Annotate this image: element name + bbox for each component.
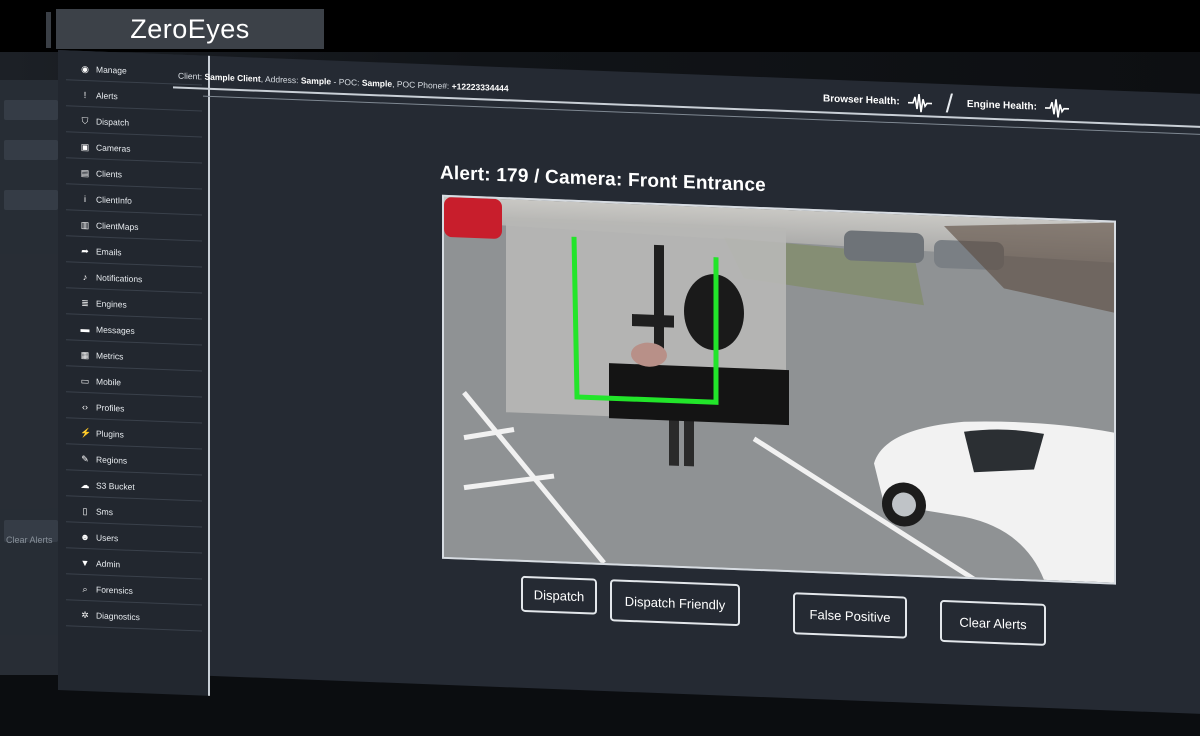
- sidebar-item-label: Engines: [96, 298, 127, 310]
- health-status: Browser Health: / Engine Health:: [823, 83, 1069, 123]
- brand-divider: [46, 12, 51, 48]
- map-icon: ▥: [80, 219, 90, 230]
- alert-icon: !: [83, 89, 87, 101]
- browser-health-label: Browser Health:: [823, 93, 900, 108]
- client-value: Sample Client: [204, 71, 261, 84]
- engine-health-waveform-icon: [1044, 98, 1069, 118]
- red-car: [444, 197, 502, 239]
- sidebar-item-label: Forensics: [96, 584, 133, 596]
- sidebar-item-label: Emails: [96, 246, 122, 258]
- message-icon: ▬: [80, 323, 90, 335]
- sidebar-item-label: Diagnostics: [96, 610, 140, 623]
- sidebar-item-regions[interactable]: ✎ Regions: [66, 447, 202, 476]
- sidebar-item-label: S3 Bucket: [96, 480, 135, 492]
- sidebar-item-label: Clients: [96, 168, 122, 180]
- sidebar-item-label: Cameras: [96, 142, 131, 154]
- mobile-icon: ▭: [80, 375, 90, 386]
- sidebar-item-s3-bucket[interactable]: ☁ S3 Bucket: [66, 473, 202, 502]
- sidebar-item-admin[interactable]: ▼ Admin: [66, 551, 202, 580]
- engine-health-label: Engine Health:: [966, 98, 1037, 113]
- address-value: Sample: [300, 75, 332, 87]
- sidebar-item-plugins[interactable]: ⚡ Plugins: [66, 421, 202, 450]
- poc-phone-value: +12223334444: [451, 81, 509, 94]
- sidebar-item-dispatch[interactable]: ⛉ Dispatch: [66, 109, 202, 138]
- sidebar-item-diagnostics[interactable]: ✲ Diagnostics: [66, 603, 202, 632]
- sidebar-item-label: Profiles: [96, 402, 125, 414]
- sidebar-item-emails[interactable]: ➦ Emails: [66, 239, 202, 268]
- sidebar-item-label: Metrics: [96, 350, 124, 362]
- app-screen: ◉ Manage! Alerts ⛉ Dispatch ▣ Cameras ▤ Clients i…: [58, 50, 1200, 717]
- sidebar-item-metrics[interactable]: ▦ Metrics: [66, 343, 202, 372]
- sidebar-item-label: Manage: [96, 64, 127, 76]
- sidebar-item-mobile[interactable]: ▭ Mobile: [66, 369, 202, 398]
- search-icon: ⌕: [82, 583, 88, 594]
- address-label: Address:: [264, 73, 299, 86]
- sidebar-item-label: ClientMaps: [96, 220, 139, 233]
- sidebar-item-engines[interactable]: ≣ Engines: [66, 291, 202, 320]
- sidebar-item-label: Messages: [96, 324, 135, 336]
- id-card-icon: ▤: [80, 167, 90, 178]
- alert-title: Alert: 179 / Camera: Front Entrance: [440, 162, 766, 197]
- list-icon: ≣: [81, 297, 89, 308]
- camera-frame-image: [444, 196, 1114, 583]
- sidebar-item-label: Alerts: [96, 90, 118, 102]
- dispatch-button[interactable]: Dispatch: [521, 575, 597, 615]
- brand-bar: ZeroEyes: [0, 0, 1200, 52]
- sidebar-item-label: Admin: [96, 558, 121, 570]
- bug-icon: ✲: [81, 609, 89, 620]
- sidebar-item-cameras[interactable]: ▣ Cameras: [66, 135, 202, 164]
- shield-icon: ⛉: [81, 115, 89, 126]
- code-icon: ‹›: [82, 401, 88, 413]
- dispatch-friendly-button[interactable]: Dispatch Friendly: [610, 579, 740, 627]
- eye-icon: ◉: [81, 63, 89, 74]
- sidebar-item-label: Dispatch: [96, 116, 130, 128]
- sidebar-item-clientinfo[interactable]: i ClientInfo: [66, 187, 202, 216]
- sidebar-item-label: Notifications: [96, 272, 143, 285]
- background-monitor-glimpse: Clear Alerts: [0, 80, 62, 675]
- client-label: Client:: [178, 70, 203, 82]
- ghost-row: [4, 190, 58, 210]
- calculator-icon: ▦: [80, 349, 90, 360]
- bookmark-icon: ▼: [80, 557, 90, 569]
- share-icon: ➦: [81, 245, 89, 256]
- sidebar-item-profiles[interactable]: ‹› Profiles: [66, 395, 202, 424]
- camera-feed[interactable]: [442, 194, 1116, 585]
- ghost-clear-alerts-label: Clear Alerts: [6, 535, 53, 545]
- poc-label: POC:: [338, 76, 360, 88]
- false-positive-button[interactable]: False Positive: [793, 592, 907, 639]
- phone-icon: ▯: [82, 505, 88, 516]
- sidebar-item-label: Users: [96, 532, 119, 544]
- brand-logo: ZeroEyes: [56, 9, 324, 49]
- health-separator: /: [945, 88, 953, 119]
- sidebar-item-label: Sms: [96, 506, 113, 518]
- plug-icon: ⚡: [80, 427, 92, 438]
- info-icon: i: [84, 193, 86, 205]
- user-icon: ☻: [80, 531, 90, 543]
- ghost-row: [4, 140, 58, 160]
- sidebar-item-users[interactable]: ☻ Users: [66, 525, 202, 554]
- camera-icon: ▣: [80, 141, 90, 152]
- browser-health-waveform-icon: [907, 93, 932, 112]
- clear-alerts-button[interactable]: Clear Alerts: [940, 599, 1046, 646]
- sidebar-item-sms[interactable]: ▯ Sms: [66, 499, 202, 528]
- sidebar-item-label: Plugins: [96, 428, 124, 440]
- sidebar-item-forensics[interactable]: ⌕ Forensics: [66, 577, 202, 606]
- cloud-icon: ☁: [80, 479, 90, 490]
- ghost-row: [4, 100, 58, 120]
- sidebar-item-clientmaps[interactable]: ▥ ClientMaps: [66, 213, 202, 242]
- bell-icon: ♪: [82, 271, 88, 283]
- sidebar-item-notifications[interactable]: ♪ Notifications: [66, 265, 202, 294]
- sidebar-item-label: Mobile: [96, 376, 122, 388]
- sidebar-item-messages[interactable]: ▬ Messages: [66, 317, 202, 346]
- sidebar-item-clients[interactable]: ▤ Clients: [66, 161, 202, 190]
- sidebar: ◉ Manage! Alerts ⛉ Dispatch ▣ Cameras ▤ Clients i…: [58, 50, 210, 696]
- pencil-icon: ✎: [81, 453, 89, 464]
- sidebar-item-label: ClientInfo: [96, 194, 132, 206]
- sidebar-item-label: Regions: [96, 454, 128, 466]
- poc-value: Sample: [361, 77, 393, 89]
- poc-phone-label: POC Phone#:: [396, 79, 450, 92]
